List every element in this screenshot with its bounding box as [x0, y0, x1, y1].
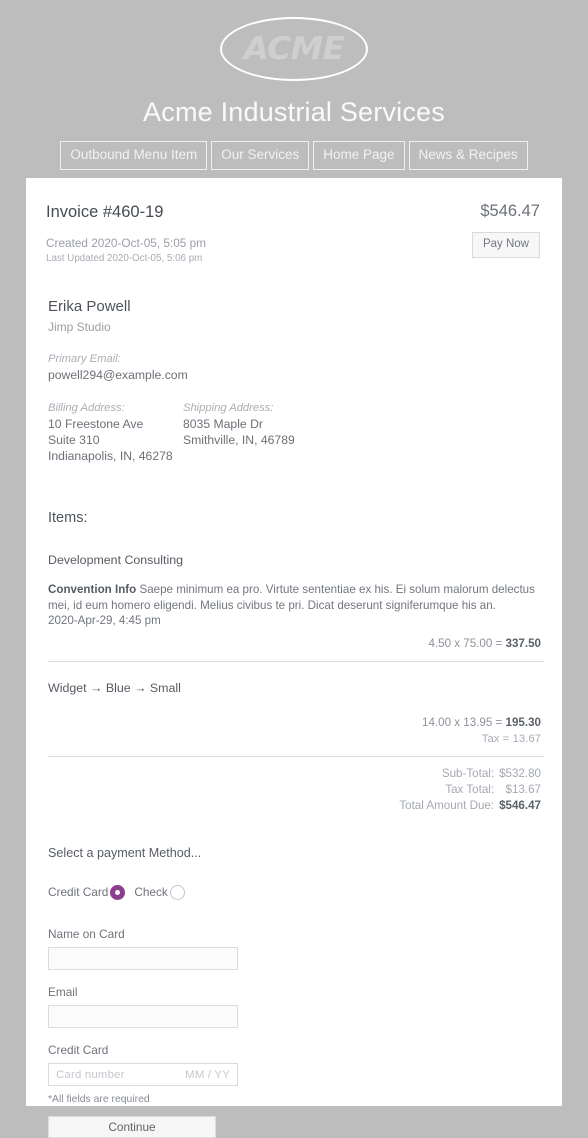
totals-row-subtotal: Sub-Total: $532.80 — [399, 766, 541, 782]
total-due-value: $546.47 — [499, 799, 541, 812]
acme-logo-icon: ACME — [220, 17, 368, 81]
shipping-address-line-1: 8035 Maple Dr — [183, 417, 263, 431]
billing-address-block: Billing Address: 10 Freestone Ave Suite … — [48, 401, 183, 464]
subtotal-value: $532.80 — [499, 767, 541, 780]
customer-email-block: Primary Email: powell294@example.com — [48, 352, 542, 383]
line-item-2-calculation: 14.00 x 13.95 = 195.30 — [48, 715, 542, 731]
name-on-card-group: Name on Card — [48, 926, 542, 970]
credit-card-input[interactable]: Card number MM / YY — [48, 1063, 238, 1086]
line-item-1-calc-prefix: 4.50 x 75.00 = — [428, 637, 506, 650]
totals-row-grand: Total Amount Due: $546.47 — [399, 798, 541, 814]
line-item-1-description-title: Convention Info — [48, 583, 137, 596]
nav-item-our-services[interactable]: Our Services — [211, 141, 310, 170]
site-title: Acme Industrial Services — [143, 97, 445, 127]
line-item-divider-1 — [48, 661, 544, 662]
email-label: Email — [48, 985, 78, 999]
invoice-updated-date: Last Updated 2020-Oct-05, 5:06 pm — [46, 253, 203, 264]
invoice-header-right: $546.47 Pay Now — [471, 200, 542, 258]
check-radio[interactable] — [169, 884, 185, 900]
line-item-1: Development Consulting Convention Info S… — [46, 552, 544, 662]
name-on-card-input[interactable] — [48, 947, 238, 970]
customer-details: Erika Powell Jimp Studio Primary Email: … — [46, 297, 542, 464]
payment-form: Name on Card Email Credit Card Card numb… — [46, 926, 542, 1138]
logo-text: ACME — [243, 31, 345, 67]
primary-email-label: Primary Email: — [48, 353, 121, 365]
required-fields-note: *All fields are required — [48, 1094, 150, 1105]
line-item-2: Widget → Blue → Small 14.00 x 13.95 = 19… — [46, 680, 544, 757]
email-group: Email — [48, 984, 542, 1028]
invoice-header-left: Invoice #460-19 Created 2020-Oct-05, 5:0… — [46, 200, 206, 265]
site-masthead: ACME Acme Industrial Services Outbound M… — [0, 0, 588, 170]
shipping-address-line-2: Smithville, IN, 46789 — [183, 433, 295, 447]
line-item-1-date: 2020-Apr-29, 4:45 pm — [48, 614, 161, 627]
main-navigation: Outbound Menu Item Our Services Home Pag… — [0, 141, 588, 170]
line-item-2-calc-prefix: 14.00 x 13.95 = — [422, 716, 506, 729]
shipping-address-block: Shipping Address: 8035 Maple Dr Smithvil… — [183, 401, 383, 464]
card-number-placeholder: Card number — [56, 1068, 125, 1081]
items-heading: Items: — [48, 510, 88, 526]
totals-table: Sub-Total: $532.80 Tax Total: $13.67 Tot… — [399, 766, 541, 814]
nav-item-news-and-recipes[interactable]: News & Recipes — [408, 141, 528, 170]
credit-card-option-label: Credit Card — [48, 885, 109, 899]
line-item-1-calc-amount: 337.50 — [505, 637, 541, 650]
line-item-2-name: Widget → Blue → Small — [48, 681, 181, 695]
nav-item-home-page[interactable]: Home Page — [313, 141, 405, 170]
payment-method-options: Credit Card Check — [46, 884, 542, 900]
invoice-card: Invoice #460-19 Created 2020-Oct-05, 5:0… — [26, 178, 562, 1138]
tax-total-value: $13.67 — [505, 783, 541, 796]
email-input[interactable] — [48, 1005, 238, 1028]
line-item-divider-2 — [48, 756, 544, 757]
subtotal-label: Sub-Total: — [441, 767, 495, 780]
card-expiry-placeholder: MM / YY — [185, 1068, 230, 1081]
name-on-card-label: Name on Card — [48, 927, 125, 941]
billing-address-label: Billing Address: — [48, 402, 125, 414]
billing-address-line-1: 10 Freestone Ave — [48, 417, 144, 431]
invoice-created-date: Created 2020-Oct-05, 5:05 pm — [46, 236, 207, 250]
invoice-header: Invoice #460-19 Created 2020-Oct-05, 5:0… — [46, 200, 542, 265]
primary-email-value: powell294@example.com — [48, 368, 188, 382]
billing-address-line-3: Indianapolis, IN, 46278 — [48, 449, 173, 463]
credit-card-radio[interactable] — [110, 884, 126, 900]
check-option-label: Check — [134, 885, 168, 899]
continue-button[interactable]: Continue — [48, 1116, 216, 1138]
pay-now-button[interactable]: Pay Now — [471, 232, 540, 258]
line-item-1-name: Development Consulting — [48, 553, 183, 567]
credit-card-label: Credit Card — [48, 1043, 109, 1057]
tax-total-label: Tax Total: — [445, 783, 495, 796]
credit-card-group: Credit Card Card number MM / YY — [48, 1042, 542, 1086]
invoice-total-amount: $546.47 — [480, 202, 540, 220]
line-item-2-calc-amount: 195.30 — [505, 716, 541, 729]
customer-name: Erika Powell — [48, 298, 131, 315]
line-item-1-calculation: 4.50 x 75.00 = 337.50 — [48, 636, 542, 652]
invoice-number-title: Invoice #460-19 — [46, 203, 164, 221]
nav-item-outbound-menu-item[interactable]: Outbound Menu Item — [60, 141, 208, 170]
line-item-1-description: Convention Info Saepe minimum ea pro. Vi… — [48, 582, 540, 613]
logo-container: ACME — [0, 12, 588, 86]
address-row: Billing Address: 10 Freestone Ave Suite … — [48, 401, 542, 464]
payment-method-heading: Select a payment Method... — [48, 846, 202, 860]
totals-row-tax: Tax Total: $13.67 — [399, 782, 541, 798]
totals-section: Sub-Total: $532.80 Tax Total: $13.67 Tot… — [46, 766, 542, 814]
billing-address-line-2: Suite 310 — [48, 433, 100, 447]
shipping-address-label: Shipping Address: — [183, 402, 274, 414]
customer-organization: Jimp Studio — [48, 320, 111, 334]
line-item-2-tax: Tax = 13.67 — [481, 733, 541, 745]
total-due-label: Total Amount Due: — [399, 799, 495, 812]
